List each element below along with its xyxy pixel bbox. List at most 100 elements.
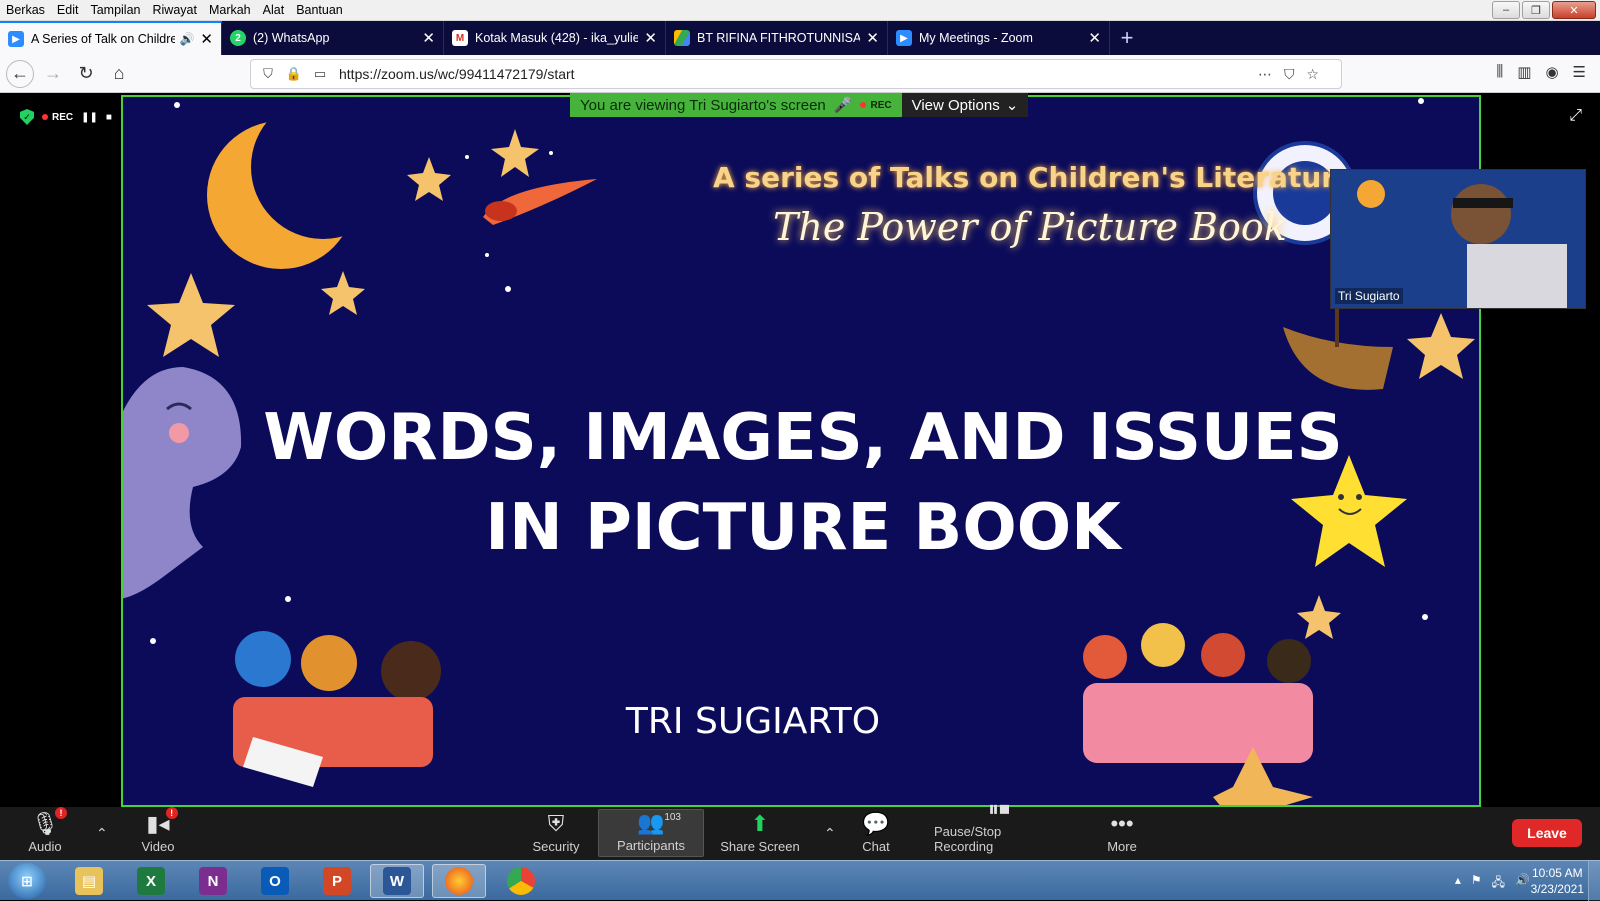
outlook-icon: O (261, 867, 289, 895)
speaker-icon[interactable]: 🔊 (179, 32, 194, 46)
fullscreen-icon[interactable]: ⤢ (1569, 107, 1582, 125)
meeting-stage: ✓ REC ❚❚ ■ A series of Talks on Children… (0, 93, 1600, 807)
comet-illustration (483, 179, 597, 225)
menu-edit[interactable]: Edit (51, 3, 85, 17)
moon-illustration (207, 97, 395, 269)
url-text[interactable]: https://zoom.us/wc/99411472179/start (339, 66, 1258, 82)
taskbar-explorer[interactable]: ▤ (62, 864, 116, 898)
tab-title: Kotak Masuk (428) - ika_yulien (475, 31, 639, 45)
taskbar-chrome[interactable] (494, 864, 548, 898)
excel-icon: X (137, 867, 165, 895)
taskbar-firefox[interactable] (432, 864, 486, 898)
audio-options-caret-icon[interactable]: ⌃ (96, 825, 108, 842)
minimize-button[interactable]: – (1492, 1, 1520, 19)
hamburger-menu-icon[interactable]: ☰ (1573, 63, 1586, 81)
account-icon[interactable]: ◉ (1545, 63, 1558, 81)
sidebar-icon[interactable]: ▥ (1517, 63, 1531, 81)
tab-bar: ▶ A Series of Talk on Children 🔊 ✕ 2 (2)… (0, 21, 1600, 55)
taskbar-excel[interactable]: X (124, 864, 178, 898)
pause-icon[interactable]: ❚❚ (81, 112, 98, 123)
menu-bar: Berkas Edit Tampilan Riwayat Markah Alat… (0, 0, 1600, 21)
start-button[interactable]: ⊞ (8, 863, 46, 899)
stop-icon[interactable]: ■ (106, 112, 112, 123)
share-screen-button[interactable]: ⬆ Share Screen (720, 809, 800, 857)
close-tab-icon[interactable]: ✕ (200, 30, 213, 48)
taskbar-word[interactable]: W (370, 864, 424, 898)
menu-alat[interactable]: Alat (257, 3, 291, 17)
series-tagline: A series of Talks on Children's Literatu… (713, 161, 1355, 194)
library-icon[interactable]: ⫼ (1496, 63, 1503, 81)
video-button[interactable]: ▮◂! Video (136, 807, 180, 857)
share-screen-icon: ⬆ (750, 811, 770, 836)
encryption-shield-icon[interactable]: ✓ (20, 109, 34, 125)
url-bar[interactable]: ⛉ 🔒 ▭ https://zoom.us/wc/99411472179/sta… (250, 59, 1342, 89)
rec-indicator: REC (42, 112, 73, 123)
security-button[interactable]: ⛨ Security (528, 809, 584, 857)
chat-button[interactable]: 💬 Chat (858, 809, 894, 857)
close-tab-icon[interactable]: ✕ (644, 29, 657, 47)
menu-bantuan[interactable]: Bantuan (290, 3, 349, 17)
taskbar-powerpoint[interactable]: P (310, 864, 364, 898)
tray-expand-icon[interactable]: ▴ (1455, 873, 1461, 894)
taskbar-outlook[interactable]: O (248, 864, 302, 898)
participant-name: Tri Sugiarto (1335, 288, 1403, 304)
rec-badge: REC (860, 100, 892, 111)
tab-drive[interactable]: BT RIFINA FITHROTUNNISA 20 ✕ (666, 21, 888, 55)
viewing-label: You are viewing Tri Sugiarto's screen 🎤 … (570, 93, 902, 117)
leave-button[interactable]: Leave (1512, 819, 1582, 847)
shield-icon[interactable]: ⛉ (259, 66, 277, 82)
menu-riwayat[interactable]: Riwayat (146, 3, 202, 17)
close-tab-icon[interactable]: ✕ (422, 29, 435, 47)
firefox-icon (445, 867, 473, 895)
tab-title: My Meetings - Zoom (919, 31, 1033, 45)
action-center-icon[interactable]: ⚑ (1471, 873, 1482, 894)
window-controls: – ❐ ✕ (1492, 1, 1596, 19)
whatsapp-icon: 2 (230, 30, 246, 46)
home-button[interactable]: ⌂ (105, 60, 133, 88)
back-button[interactable]: ← (6, 59, 34, 88)
taskbar-onenote[interactable]: N (186, 864, 240, 898)
lock-icon[interactable]: 🔒 (285, 66, 303, 82)
page-actions[interactable]: ⋯⛉☆ (1258, 66, 1331, 83)
close-tab-icon[interactable]: ✕ (866, 29, 879, 47)
reload-button[interactable]: ↻ (72, 60, 100, 88)
mic-muted-icon: 🎤 (833, 97, 853, 114)
menu-markah[interactable]: Markah (203, 3, 257, 17)
view-options-button[interactable]: View Options ⌄ (901, 93, 1029, 117)
folder-icon: ▤ (75, 867, 103, 895)
zoom-icon: ▶ (896, 30, 912, 46)
more-button[interactable]: ••• More (1104, 809, 1140, 857)
volume-icon[interactable]: 🔊 (1515, 873, 1530, 894)
network-icon[interactable]: 🖧 (1492, 873, 1505, 894)
new-tab-button[interactable]: + (1110, 21, 1144, 55)
recording-button[interactable]: ⏸⏹ Pause/Stop Recording (934, 796, 1064, 857)
chat-icon: 💬 (862, 811, 890, 836)
presenter-name: TRI SUGIARTO (625, 701, 881, 742)
meeting-toolbar: 🎙! Audio ⌃ ▮◂! Video ⛨ Security 👥 103 Pa… (0, 796, 1600, 860)
system-tray: ▴ ⚑ 🖧 🔊 (1455, 873, 1530, 894)
tab-title: BT RIFINA FITHROTUNNISA 20 (697, 31, 861, 45)
audio-button[interactable]: 🎙! Audio (24, 807, 67, 857)
chevron-down-icon: ⌄ (1005, 97, 1019, 114)
screen-share-banner: You are viewing Tri Sugiarto's screen 🎤 … (570, 93, 1029, 117)
tab-gmail[interactable]: M Kotak Masuk (428) - ika_yulien ✕ (444, 21, 666, 55)
clock[interactable]: 10:05 AM 3/23/2021 (1531, 865, 1584, 897)
menu-berkas[interactable]: Berkas (0, 3, 51, 17)
tab-my-meetings[interactable]: ▶ My Meetings - Zoom ✕ (888, 21, 1110, 55)
close-tab-icon[interactable]: ✕ (1088, 29, 1101, 47)
more-dots-icon: ••• (1110, 811, 1134, 836)
tab-title: (2) WhatsApp (253, 31, 330, 45)
share-options-caret-icon[interactable]: ⌃ (824, 825, 836, 842)
restore-button[interactable]: ❐ (1522, 1, 1550, 19)
permissions-icon[interactable]: ▭ (311, 66, 329, 82)
show-desktop-button[interactable] (1588, 861, 1600, 901)
participant-video[interactable]: Tri Sugiarto (1330, 169, 1586, 309)
forward-button[interactable]: → (39, 60, 67, 88)
tab-children-talk[interactable]: ▶ A Series of Talk on Children 🔊 ✕ (0, 21, 222, 55)
onenote-icon: N (199, 867, 227, 895)
tab-title: A Series of Talk on Children (31, 32, 176, 46)
tab-whatsapp[interactable]: 2 (2) WhatsApp ✕ (222, 21, 444, 55)
menu-tampilan[interactable]: Tampilan (84, 3, 146, 17)
close-window-button[interactable]: ✕ (1552, 1, 1596, 19)
participants-button[interactable]: 👥 103 Participants (598, 809, 704, 857)
